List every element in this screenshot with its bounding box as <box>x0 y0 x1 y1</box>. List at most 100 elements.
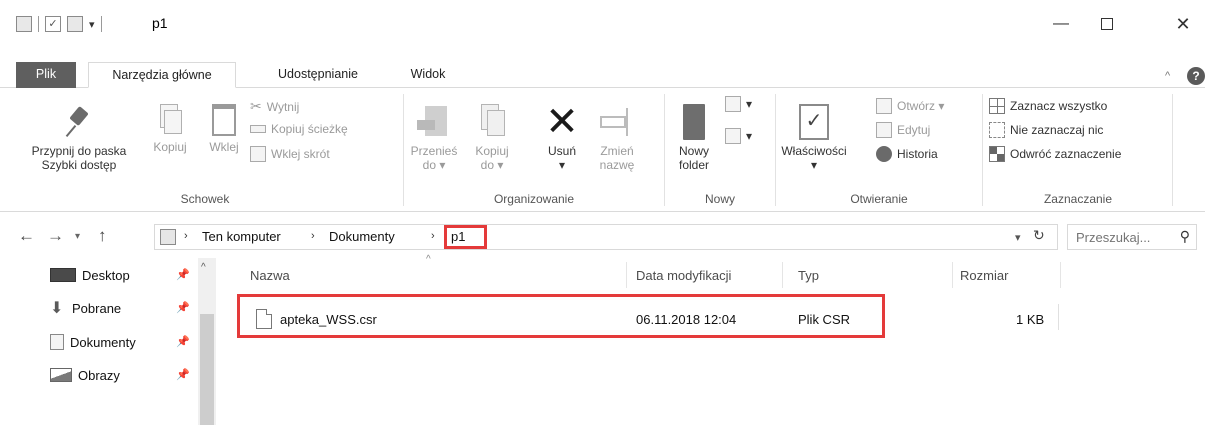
search-box[interactable]: ⚲ <box>1067 224 1197 250</box>
move-icon <box>417 104 451 140</box>
maximize-button[interactable] <box>1084 8 1130 40</box>
invert-selection-label: Odwróć zaznaczenie <box>1010 147 1122 161</box>
select-none-button[interactable]: Nie zaznaczaj nic <box>989 122 1103 138</box>
tab-home[interactable]: Narzędzia główne <box>88 62 236 88</box>
copy-button[interactable]: Kopiuj <box>146 104 194 154</box>
address-bar[interactable]: › Ten komputer › Dokumenty › p1 ▾ ↻ <box>154 224 1058 250</box>
select-all-button[interactable]: Zaznacz wszystko <box>989 98 1107 114</box>
move-to-button[interactable]: Przenieś do ▾ <box>408 104 460 172</box>
close-button[interactable]: ✕ <box>1160 8 1205 40</box>
paste-shortcut-button[interactable]: Wklej skrót <box>250 146 330 162</box>
nav-item-downloads[interactable]: Pobrane <box>50 296 121 320</box>
history-button[interactable]: Historia <box>876 146 938 162</box>
quick-access-toolbar: ✓ ▾ <box>16 16 102 32</box>
new-folder-button[interactable]: Nowy folder <box>669 104 719 172</box>
file-name[interactable]: apteka_WSS.csr <box>280 312 377 327</box>
edit-button[interactable]: Edytuj <box>876 122 930 138</box>
properties-dropdown-arrow[interactable]: ▾ <box>780 158 848 172</box>
address-history-chevron-icon[interactable]: ▾ <box>1015 231 1021 244</box>
download-arrow-icon <box>50 298 66 318</box>
move-label-line2: do ▾ <box>422 158 446 172</box>
clipboard-icon <box>212 104 236 136</box>
properties-check-icon[interactable]: ✓ <box>45 16 61 32</box>
open-group-label: Otwieranie <box>850 192 908 206</box>
pin-icon[interactable]: 📌 <box>176 368 190 381</box>
easy-access-button[interactable]: ▾ <box>725 128 752 144</box>
delete-button[interactable]: ✕ Usuń ▾ <box>540 102 584 172</box>
up-arrow-icon[interactable]: ↑ <box>98 226 107 246</box>
file-list: ^ Nazwa Data modyfikacji Typ Rozmiar apt… <box>216 254 1205 425</box>
column-header-date[interactable]: Data modyfikacji <box>636 268 731 283</box>
copy-to-icon <box>477 104 507 140</box>
new-folder-label-line1: Nowy <box>678 144 709 158</box>
refresh-icon[interactable]: ↻ <box>1033 227 1045 244</box>
back-arrow-icon[interactable]: ← <box>18 226 35 246</box>
column-header-size[interactable]: Rozmiar <box>960 268 1008 283</box>
divider[interactable] <box>1060 262 1061 288</box>
nav-scrollbar[interactable]: ^ <box>198 258 216 425</box>
divider[interactable] <box>952 262 953 288</box>
organize-group: Przenieś do ▾ Kopiuj do ▾ ✕ Usuń ▾ Zmień… <box>404 88 664 212</box>
new-folder-label-line2: folder <box>678 158 710 172</box>
search-icon[interactable]: ⚲ <box>1180 228 1190 245</box>
invert-selection-button[interactable]: Odwróć zaznaczenie <box>989 146 1121 162</box>
tab-file[interactable]: Plik <box>16 62 76 88</box>
pin-icon[interactable]: 📌 <box>176 335 190 348</box>
copy-path-button[interactable]: Kopiuj ścieżkę <box>250 122 348 136</box>
breadcrumb-this-pc[interactable]: Ten komputer <box>202 229 281 244</box>
recent-locations-chevron-icon[interactable]: ▾ <box>75 231 80 242</box>
pin-label-line2: Szybki dostęp <box>41 158 117 172</box>
scrollbar-thumb[interactable] <box>200 314 214 425</box>
copy-to-button[interactable]: Kopiuj do ▾ <box>468 104 516 172</box>
shortcut-icon <box>250 146 266 162</box>
dropdown-arrow-icon: ▾ <box>746 129 753 143</box>
pin-icon[interactable]: 📌 <box>176 268 190 281</box>
new-folder-icon <box>683 104 705 140</box>
new-group-label: Nowy <box>704 192 735 206</box>
paste-button[interactable]: Wklej <box>202 104 246 154</box>
history-label: Historia <box>897 147 938 161</box>
open-icon <box>876 98 892 114</box>
tab-share[interactable]: Udostępnianie <box>262 62 374 88</box>
nav-item-documents[interactable]: Dokumenty <box>50 330 136 354</box>
chevron-right-icon[interactable]: › <box>184 230 188 242</box>
delete-dropdown-arrow[interactable]: ▾ <box>540 158 584 172</box>
file-size: 1 KB <box>1016 312 1045 327</box>
chevron-right-icon[interactable]: › <box>431 230 435 242</box>
open-button[interactable]: Otwórz ▾ <box>876 98 944 114</box>
select-none-label: Nie zaznaczaj nic <box>1010 123 1104 137</box>
select-group-label: Zaznaczanie <box>1043 192 1113 206</box>
folder-icon <box>160 229 176 245</box>
highlight-box <box>444 225 487 249</box>
pin-icon[interactable]: 📌 <box>176 301 190 314</box>
divider <box>38 16 39 32</box>
folder-icon[interactable] <box>16 16 32 32</box>
divider[interactable] <box>782 262 783 288</box>
cut-button[interactable]: ✂ Wytnij <box>250 98 299 115</box>
customize-toolbar-dropdown[interactable]: ▾ <box>89 18 95 31</box>
properties-button[interactable]: ✓ Właściwości ▾ <box>780 104 848 172</box>
file-icon <box>256 309 272 329</box>
rename-button[interactable]: Zmień nazwę <box>592 104 642 172</box>
search-input[interactable] <box>1076 226 1176 248</box>
chevron-right-icon[interactable]: › <box>311 230 315 242</box>
organize-group-label: Organizowanie <box>493 192 575 206</box>
help-icon[interactable]: ? <box>1187 67 1205 85</box>
minimize-button[interactable]: — <box>1038 8 1084 40</box>
divider[interactable] <box>626 262 627 288</box>
column-header-name[interactable]: Nazwa <box>250 268 290 283</box>
clipboard-group: Przypnij do paska Szybki dostęp Kopiuj W… <box>0 88 348 212</box>
scroll-up-icon[interactable]: ^ <box>201 262 206 273</box>
easy-access-icon <box>725 128 741 144</box>
breadcrumb-documents[interactable]: Dokumenty <box>329 229 395 244</box>
tab-view[interactable]: Widok <box>400 62 456 88</box>
forward-arrow-icon[interactable]: → <box>47 226 64 246</box>
nav-item-pictures[interactable]: Obrazy <box>50 363 120 387</box>
collapse-ribbon-icon[interactable]: ^ <box>1165 70 1170 82</box>
delete-label: Usuń <box>547 144 576 158</box>
pin-quick-access-button[interactable]: Przypnij do paska Szybki dostęp <box>16 104 142 172</box>
new-folder-icon[interactable] <box>67 16 83 32</box>
nav-item-desktop[interactable]: Desktop <box>50 263 130 287</box>
column-header-type[interactable]: Typ <box>798 268 819 283</box>
new-item-button[interactable]: ▾ <box>725 96 752 112</box>
